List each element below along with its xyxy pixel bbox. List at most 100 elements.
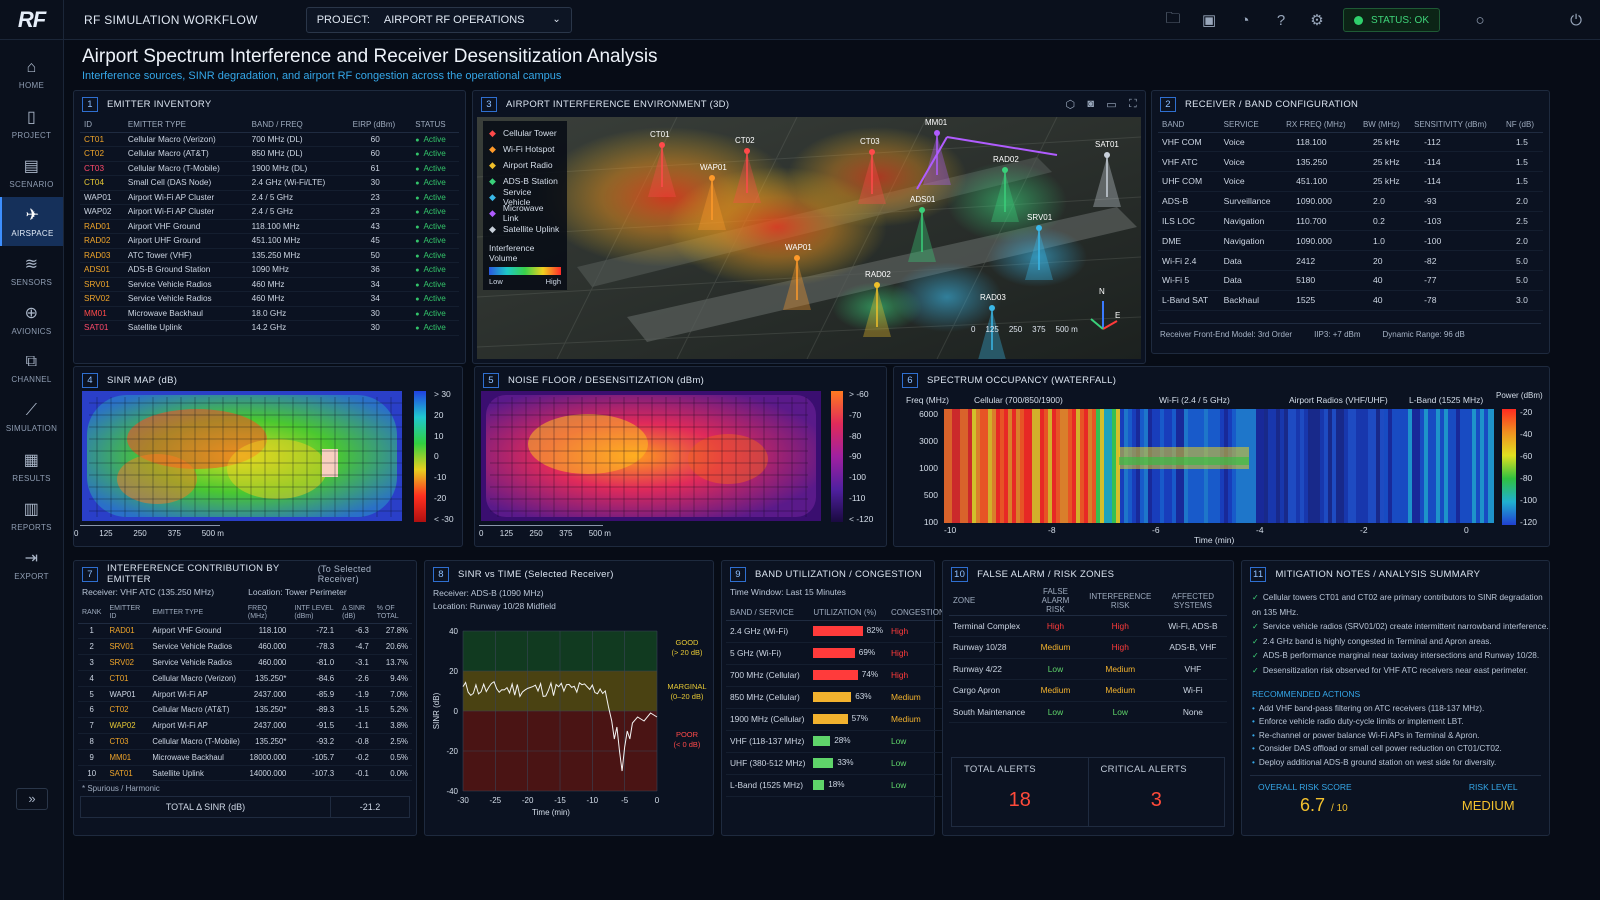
table-row[interactable]: Cargo Apron Medium Medium Wi-Fi <box>949 679 1227 702</box>
waterfall-graphic[interactable] <box>944 409 1494 523</box>
panel-title: SPECTRUM OCCUPANCY (WATERFALL) <box>927 374 1117 386</box>
emitter-label: MM01 <box>925 118 948 127</box>
table-cell: Microwave Backhaul <box>148 749 244 766</box>
table-row[interactable]: SRV02Service Vehicle Radios460 MHz34Acti… <box>80 291 459 307</box>
camera-icon[interactable]: ◙ <box>1087 98 1094 111</box>
bell-icon[interactable]: ◔ <box>1227 12 1263 29</box>
note-item: ✓ Cellular towers CT01 and CT02 are prima… <box>1242 591 1549 620</box>
table-row[interactable]: ILS LOC Navigation 110.700 0.2 -103 2.5 <box>1158 211 1543 232</box>
table-row[interactable]: South Maintenance Low Low None <box>949 701 1227 723</box>
table-row[interactable]: SRV01Service Vehicle Radios460 MHz34Acti… <box>80 277 459 292</box>
table-row[interactable]: ADS-B Surveillance 1090.000 2.0 -93 2.0 <box>1158 191 1543 212</box>
waterfall-column <box>1056 409 1060 523</box>
table-row[interactable]: VHF COM Voice 118.100 25 kHz -112 1.5 <box>1158 132 1543 153</box>
noise-heatmap[interactable] <box>478 389 823 524</box>
table-row[interactable]: 700 MHz (Cellular) 74% High <box>726 664 949 687</box>
table-row[interactable]: 10 SAT01 Satellite Uplink 14000.000 -107.3 -0… <box>78 765 412 782</box>
table-row[interactable]: MM01Microwave Backhaul18.0 GHz30Active <box>80 306 459 321</box>
utilization-cell: 57% <box>809 708 887 731</box>
table-row[interactable]: 4 CT01 Cellular Macro (Verizon) 135.250* -84… <box>78 670 412 687</box>
table-row[interactable]: 9 MM01 Microwave Backhaul 18000.000 -105.7 -0… <box>78 749 412 766</box>
table-cell: Airport UHF Ground <box>123 233 248 249</box>
table-row[interactable]: ADS01ADS-B Ground Station1090 MHz36Activ… <box>80 262 459 278</box>
table-row[interactable]: DME Navigation 1090.000 1.0 -100 2.0 <box>1158 230 1543 252</box>
nav-item-reports[interactable]: ▥ REPORTS <box>0 491 63 540</box>
waterfall-column <box>1280 409 1284 523</box>
table-row[interactable]: SAT01Satellite Uplink14.2 GHz30Active <box>80 320 459 336</box>
table-cell: SRV02 <box>105 654 149 671</box>
help-icon[interactable]: ? <box>1263 12 1299 29</box>
table-row[interactable]: RAD03ATC Tower (VHF)135.250 MHz50Active <box>80 248 459 263</box>
table-row[interactable]: CT04 Small Cell (DAS Node) 2.4 GHz (Wi-Fi/… <box>80 175 459 191</box>
fullscreen-icon[interactable]: ⛶ <box>1129 98 1137 111</box>
nav-item-airspace[interactable]: ✈ AIRSPACE <box>0 197 63 246</box>
table-row[interactable]: 2 SRV01 Service Vehicle Radios 460.000 -78.3… <box>78 638 412 656</box>
gear-icon[interactable]: ⚙ <box>1299 11 1335 29</box>
table-row[interactable]: 6 CT02 Cellular Macro (AT&T) 135.250* -89.3-… <box>78 701 412 719</box>
nav-item-home[interactable]: ⌂ HOME <box>0 50 63 99</box>
nav-item-sensors[interactable]: ≋ SENSORS <box>0 246 63 295</box>
nav-item-export[interactable]: ⇥ EXPORT <box>0 540 63 589</box>
table-row[interactable]: Runway 10/28 Medium High ADS-B, VHF <box>949 636 1227 659</box>
nav-item-simulation[interactable]: ⟋ SIMULATION <box>0 393 63 442</box>
table-row[interactable]: L-Band (1525 MHz) 18% Low <box>726 774 949 797</box>
table-row[interactable]: UHF COM Voice 451.100 25 kHz -114 1.5 <box>1158 171 1543 192</box>
compass-icon: N E <box>1083 287 1123 339</box>
save-icon[interactable]: ▣ <box>1191 11 1227 29</box>
waterfall-column <box>1040 409 1044 523</box>
table-row[interactable]: CT03 Cellular Macro (T-Mobile) 1900 MHz (D… <box>80 161 459 176</box>
expand-sidebar-button[interactable]: » <box>16 788 48 810</box>
table-row[interactable]: RAD02Airport UHF Ground451.100 MHz45Acti… <box>80 233 459 249</box>
power-icon[interactable]: ⏻ <box>1558 12 1594 29</box>
table-row[interactable]: 8 CT03 Cellular Macro (T-Mobile) 135.250* -9… <box>78 733 412 750</box>
table-row[interactable]: 850 MHz (Cellular) 63% Medium <box>726 686 949 709</box>
zone-range: (< 0 dB) <box>674 740 701 749</box>
table-row[interactable]: Wi-Fi 5 Data 5180 40 -77 5.0 <box>1158 270 1543 291</box>
table-cell: 5.0 <box>1501 250 1543 272</box>
nav-item-channel[interactable]: ⧉ CHANNEL <box>0 344 63 393</box>
table-row[interactable]: L-Band SAT Backhaul 1525 40 -78 3.0 <box>1158 290 1543 311</box>
table-cell: CT02 <box>105 701 149 719</box>
table-row[interactable]: VHF ATC Voice 135.250 25 kHz -114 1.5 <box>1158 151 1543 173</box>
table-row[interactable]: 2.4 GHz (Wi-Fi) 82% High <box>726 620 949 643</box>
table-cell: Medium <box>1081 658 1159 680</box>
table-row[interactable]: RAD01Airport VHF Ground118.100 MHz43Acti… <box>80 219 459 234</box>
sinr-heatmap[interactable] <box>77 389 407 524</box>
noise-colorbar <box>831 391 843 522</box>
3d-scene[interactable]: CT01 CT02 CT03 MM01 RAD02 SAT01 WAP01 ADS01 SRV0… <box>477 117 1141 359</box>
table-row[interactable]: 3 SRV02 Service Vehicle Radios 460.000 -81.0… <box>78 654 412 671</box>
nav-item-avionics[interactable]: ⊕ AVIONICS <box>0 295 63 344</box>
nav-item-project[interactable]: ▯ PROJECT <box>0 99 63 148</box>
waterfall-column <box>1392 409 1396 523</box>
table-row[interactable]: Wi-Fi 2.4 Data 2412 20 -82 5.0 <box>1158 250 1543 272</box>
user-icon[interactable]: ○ <box>1462 12 1498 29</box>
receiver-footer-item: Dynamic Range: 96 dB <box>1382 330 1465 339</box>
table-row[interactable]: 7 WAP02 Airport Wi-Fi AP 2437.000 -91.5 -1.1 3… <box>78 717 412 735</box>
project-selector[interactable]: PROJECT: AIRPORT RF OPERATIONS ⌄ <box>305 6 572 33</box>
table-row[interactable]: VHF (118-137 MHz) 28% Low <box>726 730 949 753</box>
nav-item-results[interactable]: ▦ RESULTS <box>0 442 63 491</box>
table-row[interactable]: WAP02 Airport Wi-Fi AP Cluster 2.4 / 5 GHz… <box>80 204 459 220</box>
panel-title: EMITTER INVENTORY <box>107 98 212 110</box>
table-row[interactable]: UHF (380-512 MHz) 33% Low <box>726 752 949 775</box>
cube-view-icon[interactable]: ⬡ <box>1065 98 1075 111</box>
snapshot-icon[interactable]: ▭ <box>1106 98 1117 111</box>
sinr-time-chart[interactable]: 40 20 0 -20 -40-30 -25 -20 -15 -10 -5 0 Time (min) S… <box>425 621 715 831</box>
waterfall-column <box>1412 409 1416 523</box>
table-row[interactable]: Runway 4/22 Low Medium VHF <box>949 658 1227 680</box>
table-row[interactable]: WAP01 Airport Wi-Fi AP Cluster 2.4 / 5 GHz… <box>80 190 459 205</box>
folder-icon[interactable]: 🗀 <box>1155 8 1191 33</box>
compass-e: E <box>1115 311 1121 320</box>
table-cell: Active <box>411 262 459 278</box>
table-row[interactable]: CT01 Cellular Macro (Verizon) 700 MHz (DL)… <box>80 132 459 147</box>
table-row[interactable]: 5 WAP01 Airport Wi-Fi AP 2437.000 -85.9 -1.9 7… <box>78 686 412 703</box>
table-row[interactable]: 5 GHz (Wi-Fi) 69% High <box>726 642 949 665</box>
table-row[interactable]: 1 RAD01 Airport VHF Ground 118.100 -72.1 -6.3… <box>78 623 412 640</box>
nav-item-scenario[interactable]: ▤ SCENARIO <box>0 148 63 197</box>
utilization-bar <box>813 648 855 658</box>
recommended-action: • Add VHF band-pass filtering on ATC rece… <box>1242 702 1549 716</box>
table-row[interactable]: Terminal Complex High High Wi-Fi, ADS-B <box>949 615 1227 637</box>
wifi-icon: ◆ <box>489 143 496 154</box>
table-row[interactable]: CT02Cellular Macro (AT&T)850 MHz (DL)60A… <box>80 146 459 162</box>
table-row[interactable]: 1900 MHz (Cellular) 57% Medium <box>726 708 949 731</box>
